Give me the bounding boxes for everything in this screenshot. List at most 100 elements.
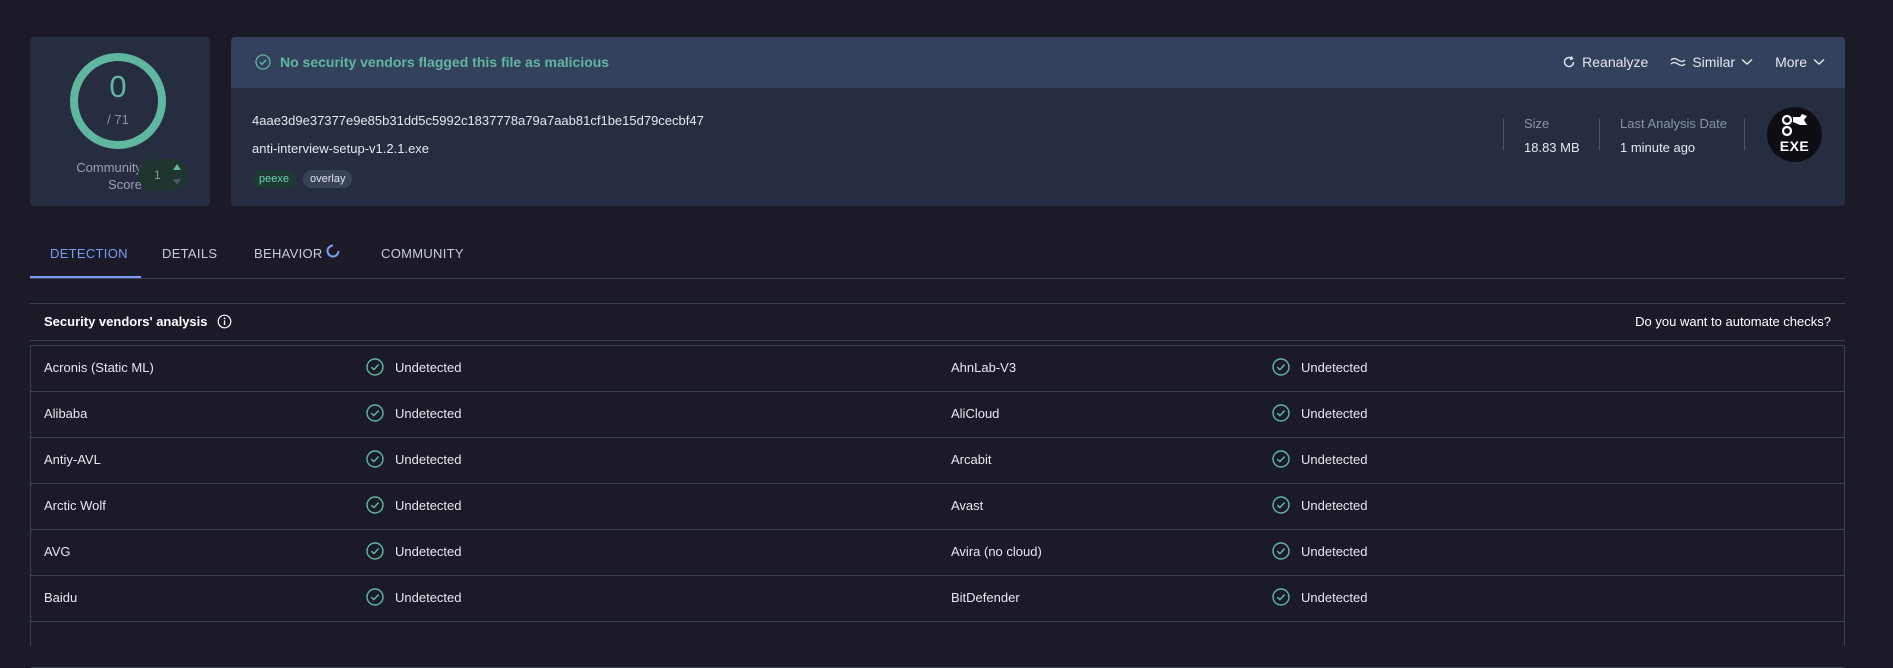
vendor-result-text: Undetected [1301,451,1368,467]
active-tab-indicator [30,276,141,278]
chevron-down-icon [1813,58,1825,66]
tag-peexe[interactable]: peexe [252,170,296,188]
vendor-name: Acronis (Static ML) [44,360,154,375]
vendor-name: Alibaba [44,406,88,421]
file-tags: peexe overlay [252,170,353,188]
vendor-result: Undetected [366,450,462,468]
detection-count: 0 [109,69,127,104]
vendor-name: Avira (no cloud) [951,544,1042,559]
file-verdict-bar: No security vendors flagged this file as… [231,37,1845,88]
vendor-row [31,622,1844,668]
check-circle-icon [366,542,384,560]
file-type-text: EXE [1779,138,1810,154]
size-label: Size [1524,116,1550,131]
reanalyze-button[interactable]: Reanalyze [1562,54,1648,70]
tab-detection[interactable]: DETECTION [50,246,128,261]
file-size: Size 18.83 MB [1524,116,1580,155]
vendor-result: Undetected [1272,450,1368,468]
check-circle-icon [366,496,384,514]
tab-details[interactable]: DETAILS [162,246,217,261]
vendor-result-text: Undetected [395,405,462,421]
vendor-name: Arctic Wolf [44,498,106,513]
check-circle-icon [1272,404,1290,422]
vendor-result-text: Undetected [1301,497,1368,513]
check-circle-icon [1272,588,1290,606]
vote-down-icon[interactable] [173,179,181,185]
vendor-result-text: Undetected [1301,405,1368,421]
date-label: Last Analysis Date [1620,116,1727,131]
loading-spinner-icon [325,243,341,264]
divider [1503,118,1504,150]
file-hash[interactable]: 4aae3d9e37377e9e85b31dd5c5992c1837778a79… [252,113,704,128]
community-score-label: Community Score [76,160,142,192]
vendor-result: Undetected [366,404,462,422]
automate-checks-link[interactable]: Do you want to automate checks? [1635,314,1831,329]
tab-behavior[interactable]: BEHAVIOR [254,246,323,261]
vendor-result: Undetected [1272,358,1368,376]
vendor-result: Undetected [366,496,462,514]
more-dropdown[interactable]: More [1775,54,1825,70]
refresh-icon [1562,55,1576,69]
tag-overlay[interactable]: overlay [302,170,353,188]
vendor-row: Baidu Undetected BitDefender Undetected [31,576,1844,622]
community-score-value: 1 [154,168,161,182]
verdict-text: No security vendors flagged this file as… [280,54,610,70]
check-circle-icon [366,588,384,606]
vendor-result-text: Undetected [395,543,462,559]
chevron-down-icon [1741,58,1753,66]
similar-dropdown[interactable]: Similar [1670,54,1753,70]
vendor-name: Avast [951,498,984,513]
check-circle-icon [1272,358,1290,376]
vendor-result-text: Undetected [1301,589,1368,605]
vendor-name: Arcabit [951,452,992,467]
check-circle-icon [366,404,384,422]
vendor-result-text: Undetected [1301,359,1368,375]
vendor-result-text: Undetected [395,497,462,513]
vendor-result: Undetected [1272,588,1368,606]
vendor-result-text: Undetected [395,451,462,467]
vendor-result: Undetected [1272,542,1368,560]
check-circle-icon [366,358,384,376]
tab-community[interactable]: COMMUNITY [381,246,464,261]
report-tabs: DETECTION DETAILS BEHAVIOR COMMUNITY [30,230,1845,279]
vendor-result: Undetected [366,358,462,376]
vendors-header: Security vendors' analysis Do you want t… [30,303,1845,341]
file-actions: Reanalyze Similar More [1540,54,1825,70]
file-type-badge: EXE [1767,107,1822,162]
detection-score-card: 0 / 71 Community Score 1 [30,37,210,206]
vote-up-icon[interactable] [173,164,181,170]
vendor-result: Undetected [366,588,462,606]
divider [1599,118,1600,150]
vendor-result: Undetected [1272,496,1368,514]
size-value: 18.83 MB [1524,140,1580,155]
check-circle-icon [1272,542,1290,560]
vendor-row: Alibaba Undetected AliCloud Undetected [31,392,1844,438]
vendor-result: Undetected [1272,404,1368,422]
vendor-row: Acronis (Static ML) Undetected AhnLab-V3 Un… [31,346,1844,392]
vendor-result-text: Undetected [395,359,462,375]
vendor-name: Antiy-AVL [44,452,101,467]
vendor-result-text: Undetected [1301,543,1368,559]
vendor-name: Baidu [44,590,78,605]
vendor-name: AhnLab-V3 [951,360,1017,375]
check-circle-icon [1272,450,1290,468]
file-name: anti-interview-setup-v1.2.1.exe [252,141,430,156]
date-value: 1 minute ago [1620,140,1696,155]
info-icon[interactable] [217,314,232,329]
vendor-row: Antiy-AVL Undetected Arcabit Undetected [31,438,1844,484]
vendor-row: AVG Undetected Avira (no cloud) Undetected [31,530,1844,576]
verdict-message: No security vendors flagged this file as… [255,54,609,70]
vendor-result: Undetected [366,542,462,560]
vendor-name: AliCloud [951,406,1000,421]
community-vote-widget: 1 [138,159,188,191]
vendor-name: AVG [44,544,71,559]
detection-total: / 71 [107,112,129,127]
check-circle-icon [255,54,271,70]
check-circle-icon [1272,496,1290,514]
last-analysis-date: Last Analysis Date 1 minute ago [1620,116,1727,155]
check-circle-icon [366,450,384,468]
similar-icon [1670,56,1686,68]
divider [1744,118,1745,150]
vendor-row: Arctic Wolf Undetected Avast Undetected [31,484,1844,530]
vendors-table: Acronis (Static ML) Undetected AhnLab-V3 Un… [30,345,1845,668]
